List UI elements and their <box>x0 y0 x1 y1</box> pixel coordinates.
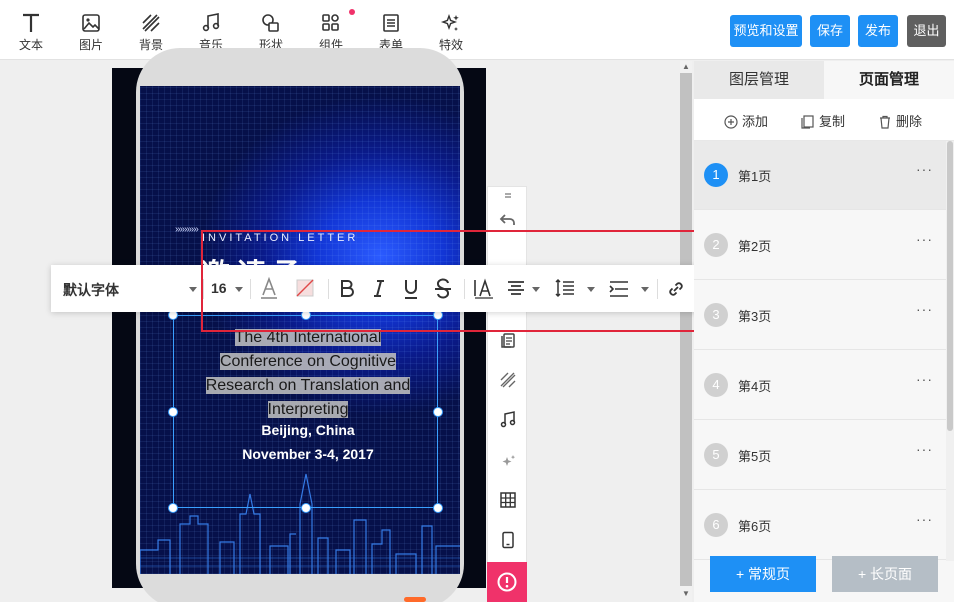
copy-icon <box>801 115 814 129</box>
tab-page-management[interactable]: 页面管理 <box>824 61 954 99</box>
table-grid-icon[interactable] <box>488 487 528 515</box>
new-badge-dot <box>349 9 355 15</box>
page-list-scroll-thumb[interactable] <box>947 141 953 431</box>
resize-handle-bottom-left[interactable] <box>168 503 178 513</box>
add-page-button[interactable]: 添加 <box>724 111 768 130</box>
add-normal-page-button[interactable]: + 常规页 <box>710 556 816 592</box>
page-number-badge: 6 <box>704 513 728 537</box>
delete-page-label: 删除 <box>896 114 923 129</box>
page-item-6[interactable]: 6 第6页 ··· <box>694 491 946 560</box>
page-list: 1 第1页 ··· 2 第2页 ··· 3 第3页 ··· 4 第4页 ··· … <box>694 141 946 561</box>
page-item-4[interactable]: 4 第4页 ··· <box>694 351 946 420</box>
tab-layer-management[interactable]: 图层管理 <box>694 61 824 99</box>
page-actions-bar: 添加 复制 删除 <box>694 99 954 141</box>
alert-icon <box>497 572 517 592</box>
background-icon <box>129 12 173 38</box>
preview-settings-button[interactable]: 预览和设置 <box>730 15 802 47</box>
more-options-icon[interactable]: ··· <box>916 301 933 317</box>
drag-handle-icon[interactable] <box>488 187 528 203</box>
resize-handle-bottom[interactable] <box>301 503 311 513</box>
shape-icon <box>249 12 293 38</box>
tool-effect[interactable]: 特效 <box>429 8 473 54</box>
top-toolbar: 文本 图片 背景 音乐 形状 组件 表单 特效 预览和设置 保存 发布 退出 <box>0 0 954 60</box>
tool-image-label: 图片 <box>78 38 103 52</box>
partial-orange-element <box>404 597 426 602</box>
copy-page-label: 复制 <box>819 114 846 129</box>
more-options-icon[interactable]: ··· <box>916 511 933 527</box>
text-icon <box>9 12 53 38</box>
page-number-badge: 2 <box>704 233 728 257</box>
tool-image[interactable]: 图片 <box>69 8 113 54</box>
sparkle-icon[interactable] <box>488 449 528 477</box>
page-name: 第2页 <box>738 239 772 254</box>
copy-page-button[interactable]: 复制 <box>801 111 845 130</box>
page-item-5[interactable]: 5 第5页 ··· <box>694 421 946 490</box>
resize-handle-left[interactable] <box>168 407 178 417</box>
page-number-badge: 5 <box>704 443 728 467</box>
more-options-icon[interactable]: ··· <box>916 371 933 387</box>
font-family-value: 默认字体 <box>63 282 119 298</box>
page-number-badge: 1 <box>704 163 728 187</box>
tool-text[interactable]: 文本 <box>9 8 53 54</box>
help-alert-button[interactable] <box>487 562 527 602</box>
resize-handle-bottom-right[interactable] <box>433 503 443 513</box>
page-list-scrollbar[interactable] <box>946 141 954 561</box>
exit-button[interactable]: 退出 <box>907 15 946 47</box>
add-long-page-button[interactable]: + 长页面 <box>832 556 938 592</box>
background-pattern-icon[interactable] <box>488 367 528 395</box>
page-number-badge: 4 <box>704 373 728 397</box>
more-options-icon[interactable]: ··· <box>916 231 933 247</box>
trash-icon <box>880 115 890 129</box>
music-note-icon[interactable] <box>488 407 528 435</box>
page-name: 第1页 <box>738 169 772 184</box>
form-icon <box>369 12 413 38</box>
page-item-2[interactable]: 2 第2页 ··· <box>694 211 946 280</box>
tool-text-label: 文本 <box>18 38 43 52</box>
plus-circle-icon <box>724 115 738 129</box>
chevron-decoration: »»»»» <box>175 224 199 235</box>
save-button[interactable]: 保存 <box>810 15 850 47</box>
add-page-label: 添加 <box>742 114 769 129</box>
text-selection-box[interactable] <box>173 315 438 508</box>
more-options-icon[interactable]: ··· <box>916 161 933 177</box>
publish-button[interactable]: 发布 <box>858 15 898 47</box>
highlight-annotation-box <box>201 230 777 332</box>
page-number-badge: 3 <box>704 303 728 327</box>
image-icon <box>69 12 113 38</box>
page-name: 第5页 <box>738 449 772 464</box>
right-panel: 图层管理 页面管理 添加 复制 删除 1 第1页 ··· 2 第2页 ··· 3… <box>694 61 954 602</box>
panel-tabs: 图层管理 页面管理 <box>694 61 954 99</box>
component-icon <box>309 12 353 38</box>
page-item-3[interactable]: 3 第3页 ··· <box>694 281 946 350</box>
resize-handle-right[interactable] <box>433 407 443 417</box>
font-family-select[interactable]: 默认字体 <box>51 265 203 312</box>
font-family-caret-icon <box>189 287 197 292</box>
page-name: 第6页 <box>738 519 772 534</box>
tool-background[interactable]: 背景 <box>129 8 173 54</box>
page-item-1[interactable]: 1 第1页 ··· <box>694 141 946 210</box>
scroll-down-arrow-icon[interactable]: ▼ <box>680 588 692 600</box>
scroll-up-arrow-icon[interactable]: ▲ <box>680 61 692 73</box>
mobile-preview-icon[interactable] <box>488 527 528 555</box>
page-name: 第3页 <box>738 309 772 324</box>
delete-page-button[interactable]: 删除 <box>878 111 922 130</box>
music-icon <box>189 12 233 38</box>
page-name: 第4页 <box>738 379 772 394</box>
effect-icon <box>429 12 473 38</box>
more-options-icon[interactable]: ··· <box>916 441 933 457</box>
